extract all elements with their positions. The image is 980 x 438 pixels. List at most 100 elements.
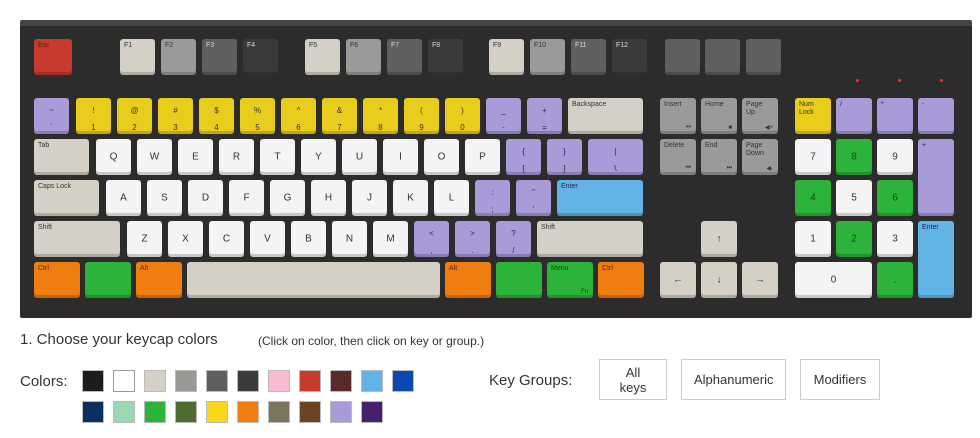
key-h[interactable]: H — [311, 180, 346, 216]
key-left[interactable]: ← — [660, 262, 696, 298]
key-f8[interactable]: F8 — [428, 39, 463, 75]
key-npenter[interactable]: Enter — [918, 221, 954, 298]
key-slash[interactable]: ? / — [496, 221, 531, 257]
key-lwin[interactable] — [85, 262, 131, 298]
key-npmul[interactable]: * — [877, 98, 913, 134]
key-esc[interactable]: Esc — [34, 39, 72, 75]
key-home[interactable]: Home ■ — [701, 98, 737, 134]
key-c[interactable]: C — [209, 221, 244, 257]
modifiers-button[interactable]: Modifiers — [800, 359, 880, 400]
key-lbracket[interactable]: { [ — [506, 139, 541, 175]
key-l[interactable]: L — [434, 180, 469, 216]
key-insert[interactable]: Insert ⏯ — [660, 98, 696, 134]
key-f2[interactable]: F2 — [161, 39, 196, 75]
key-period[interactable]: > . — [455, 221, 490, 257]
key-4[interactable]: $ 4 — [199, 98, 234, 134]
color-swatch[interactable] — [361, 370, 383, 392]
key-f11[interactable]: F11 — [571, 39, 606, 75]
key-w[interactable]: W — [137, 139, 172, 175]
key-lctrl[interactable]: Ctrl — [34, 262, 80, 298]
key-tab[interactable]: Tab — [34, 139, 89, 175]
key-np6[interactable]: 6 — [877, 180, 913, 216]
key-quote[interactable]: " ' — [516, 180, 551, 216]
key-lshift[interactable]: Shift — [34, 221, 120, 257]
key-k[interactable]: K — [393, 180, 428, 216]
color-swatch[interactable] — [299, 370, 321, 392]
key-8[interactable]: * 8 — [363, 98, 398, 134]
key-d[interactable]: D — [188, 180, 223, 216]
key-np5[interactable]: 5 — [836, 180, 872, 216]
key-f3[interactable]: F3 — [202, 39, 237, 75]
key-numlock[interactable]: Num Lock — [795, 98, 831, 134]
key-1[interactable]: ! 1 — [76, 98, 111, 134]
key-6[interactable]: ^ 6 — [281, 98, 316, 134]
key-rwin[interactable] — [496, 262, 542, 298]
key-x[interactable]: X — [168, 221, 203, 257]
key-capslock[interactable]: Caps Lock — [34, 180, 99, 216]
key-down[interactable]: ↓ — [701, 262, 737, 298]
key-f5[interactable]: F5 — [305, 39, 340, 75]
color-swatch[interactable] — [268, 401, 290, 423]
key-up[interactable]: ↑ — [701, 221, 737, 257]
key-scrlk[interactable] — [705, 39, 740, 75]
color-swatch[interactable] — [237, 401, 259, 423]
key-pagedown[interactable]: Page Down ◀- — [742, 139, 778, 175]
key-g[interactable]: G — [270, 180, 305, 216]
color-swatch[interactable] — [268, 370, 290, 392]
key-f4[interactable]: F4 — [243, 39, 278, 75]
color-swatch[interactable] — [113, 401, 135, 423]
key-u[interactable]: U — [342, 139, 377, 175]
key-9[interactable]: ( 9 — [404, 98, 439, 134]
key-delete[interactable]: Delete ⏮ — [660, 139, 696, 175]
key-f[interactable]: F — [229, 180, 264, 216]
color-swatch[interactable] — [175, 401, 197, 423]
key-f1[interactable]: F1 — [120, 39, 155, 75]
color-swatch[interactable] — [330, 370, 352, 392]
color-swatch[interactable] — [82, 370, 104, 392]
key-f12[interactable]: F12 — [612, 39, 647, 75]
all-keys-button[interactable]: All keys — [599, 359, 667, 400]
key-rbracket[interactable]: } ] — [547, 139, 582, 175]
key-f6[interactable]: F6 — [346, 39, 381, 75]
key-s[interactable]: S — [147, 180, 182, 216]
key-f7[interactable]: F7 — [387, 39, 422, 75]
key-q[interactable]: Q — [96, 139, 131, 175]
color-swatch[interactable] — [144, 401, 166, 423]
key-enter[interactable]: Enter — [557, 180, 643, 216]
key-a[interactable]: A — [106, 180, 141, 216]
key-5[interactable]: % 5 — [240, 98, 275, 134]
key-e[interactable]: E — [178, 139, 213, 175]
key-ralt[interactable]: Alt — [445, 262, 491, 298]
key-r[interactable]: R — [219, 139, 254, 175]
key-np1[interactable]: 1 — [795, 221, 831, 257]
alphanumeric-button[interactable]: Alphanumeric — [681, 359, 786, 400]
key-comma[interactable]: < , — [414, 221, 449, 257]
key-n[interactable]: N — [332, 221, 367, 257]
key-np4[interactable]: 4 — [795, 180, 831, 216]
color-swatch[interactable] — [175, 370, 197, 392]
key-p[interactable]: P — [465, 139, 500, 175]
key-lalt[interactable]: Alt — [136, 262, 182, 298]
key-rctrl[interactable]: Ctrl — [598, 262, 644, 298]
key-rshift[interactable]: Shift — [537, 221, 643, 257]
key-np7[interactable]: 7 — [795, 139, 831, 175]
key-f10[interactable]: F10 — [530, 39, 565, 75]
key-np8[interactable]: 8 — [836, 139, 872, 175]
key-right[interactable]: → — [742, 262, 778, 298]
key-y[interactable]: Y — [301, 139, 336, 175]
key-backslash[interactable]: | \ — [588, 139, 643, 175]
key-pause[interactable] — [746, 39, 781, 75]
key-npminus[interactable]: - — [918, 98, 954, 134]
key-np3[interactable]: 3 — [877, 221, 913, 257]
key-m[interactable]: M — [373, 221, 408, 257]
key-npdiv[interactable]: / — [836, 98, 872, 134]
color-swatch[interactable] — [144, 370, 166, 392]
key-menu[interactable]: Menu Fn — [547, 262, 593, 298]
key-backspace[interactable]: Backspace — [568, 98, 643, 134]
key-npdot[interactable]: . — [877, 262, 913, 298]
key-minus[interactable]: _ - — [486, 98, 521, 134]
color-swatch[interactable] — [206, 401, 228, 423]
key-t[interactable]: T — [260, 139, 295, 175]
color-swatch[interactable] — [392, 370, 414, 392]
color-swatch[interactable] — [206, 370, 228, 392]
